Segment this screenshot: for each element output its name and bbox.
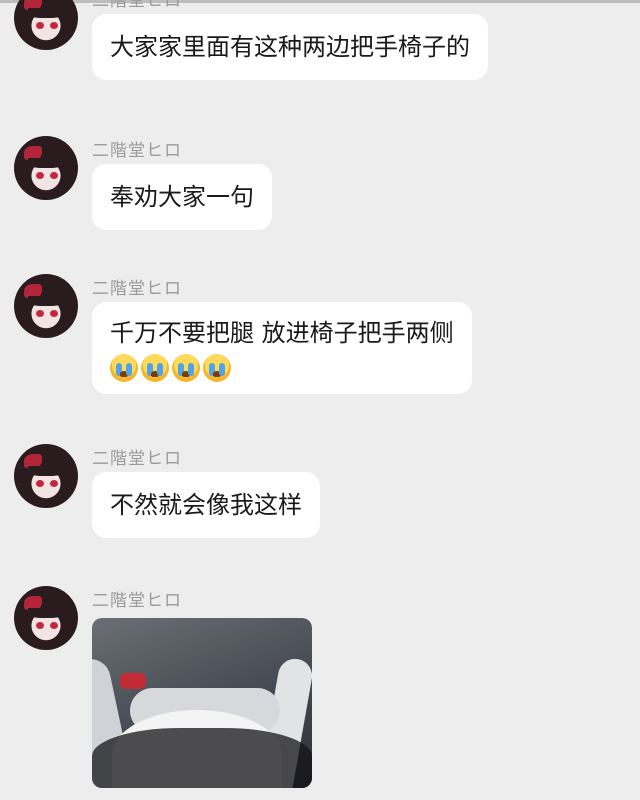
message-photo[interactable] — [92, 618, 312, 788]
emoji-row — [110, 354, 454, 382]
message-bubble[interactable]: 千万不要把腿 放进椅子把手两侧 — [92, 302, 472, 394]
message-bubble[interactable]: 不然就会像我这样 — [92, 472, 320, 538]
message-text: 千万不要把腿 放进椅子把手两侧 — [110, 319, 454, 347]
sender-name: 二階堂ヒロ — [92, 0, 182, 11]
avatar[interactable] — [14, 136, 78, 200]
sender-name: 二階堂ヒロ — [92, 279, 182, 299]
avatar[interactable] — [14, 444, 78, 508]
sender-name: 二階堂ヒロ — [92, 141, 182, 161]
crying-emoji-icon — [203, 354, 231, 382]
crying-emoji-icon — [172, 354, 200, 382]
crying-emoji-icon — [110, 354, 138, 382]
sender-name: 二階堂ヒロ — [92, 591, 182, 611]
crying-emoji-icon — [141, 354, 169, 382]
avatar[interactable] — [14, 274, 78, 338]
avatar[interactable] — [14, 0, 78, 50]
message-bubble[interactable]: 奉劝大家一句 — [92, 164, 272, 230]
avatar[interactable] — [14, 586, 78, 650]
sender-name: 二階堂ヒロ — [92, 449, 182, 469]
message-bubble[interactable]: 大家家里面有这种两边把手椅子的 — [92, 14, 488, 80]
